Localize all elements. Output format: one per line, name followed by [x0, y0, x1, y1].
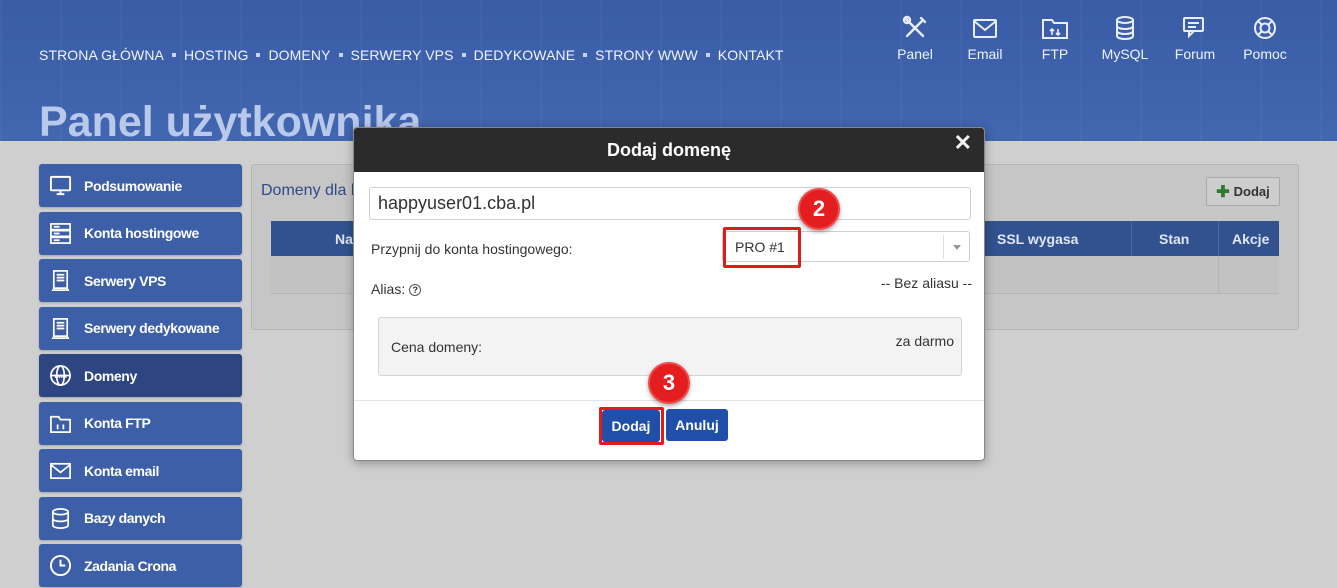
sidebar-item-dedicated[interactable]: Serwery dedykowane [39, 306, 242, 350]
column-ssl: SSL wygasa [997, 231, 1079, 247]
chat-icon [1183, 17, 1204, 39]
plus-icon: ✚ [1216, 183, 1230, 201]
sidebar-item-hosting-accounts[interactable]: Konta hostingowe [39, 211, 242, 255]
quicklink-label: Email [967, 46, 1003, 62]
step-badge-3: 3 [648, 362, 690, 404]
step-badge-2: 2 [798, 188, 840, 230]
alias-label: Alias: [371, 281, 406, 297]
quicklink-forum[interactable]: Forum [1160, 14, 1230, 62]
sidebar-item-label: Konta FTP [84, 415, 151, 431]
sidebar-item-label: Podsumowanie [84, 177, 182, 194]
modal-title: Dodaj domenę [606, 139, 731, 160]
nav-home[interactable]: STRONA GŁÓWNA [39, 47, 164, 63]
sidebar-item-email[interactable]: Konta email [39, 449, 242, 492]
nav-separator [171, 53, 176, 57]
monitor-icon [48, 174, 72, 198]
email-icon [973, 19, 997, 38]
nav-hosting[interactable]: HOSTING [184, 47, 248, 63]
ftp-folder-icon [48, 411, 72, 435]
highlight-frame [723, 227, 801, 268]
top-navigation: STRONA GŁÓWNA HOSTING DOMENY SERWERY VPS… [39, 47, 784, 63]
quicklink-ftp[interactable]: FTP [1020, 14, 1090, 62]
add-domain-label: Dodaj [1233, 184, 1270, 199]
quicklink-label: Pomoc [1243, 46, 1287, 62]
column-divider [1131, 221, 1132, 256]
svg-text:www: www [53, 374, 67, 380]
dedicated-server-icon [48, 316, 72, 340]
confirm-add-button[interactable]: Dodaj [602, 410, 660, 442]
chevron-down-icon [943, 235, 969, 259]
database-icon [1116, 16, 1134, 41]
server-icon [48, 221, 72, 245]
sidebar-item-label: Bazy danych [84, 510, 166, 526]
close-icon[interactable]: ✕ [954, 130, 972, 156]
tools-icon [902, 15, 927, 38]
cancel-button[interactable]: Anuluj [666, 409, 728, 441]
add-domain-button[interactable]: ✚ Dodaj [1206, 177, 1280, 206]
nav-separator [461, 53, 466, 57]
quicklink-email[interactable]: Email [950, 14, 1020, 62]
sidebar-item-cron[interactable]: Zadania Crona [39, 544, 242, 587]
sidebar-item-label: Serwery dedykowane [84, 320, 220, 336]
nav-dedicated[interactable]: DEDYKOWANE [474, 47, 576, 63]
quicklink-label: Panel [897, 46, 933, 62]
quicklink-label: Forum [1174, 46, 1216, 62]
quicklink-mysql[interactable]: MySQL [1090, 14, 1160, 62]
nav-domains[interactable]: DOMENY [268, 47, 330, 63]
sidebar-item-databases[interactable]: Bazy danych [39, 496, 242, 540]
alias-label-wrap: Alias:? [371, 281, 422, 297]
column-divider [1218, 221, 1219, 256]
sidebar-item-label: Konta hostingowe [84, 225, 199, 241]
quicklink-label: MySQL [1101, 46, 1149, 62]
sidebar-item-vps[interactable]: Serwery VPS [39, 259, 242, 302]
sidebar-item-label: Konta email [84, 462, 159, 479]
modal-header: Dodaj domenę ✕ [354, 128, 984, 172]
nav-separator [338, 53, 343, 57]
quicklink-label: FTP [1041, 46, 1069, 62]
sidebar-item-ftp[interactable]: Konta FTP [39, 401, 242, 445]
database-icon [48, 506, 72, 530]
sidebar-item-label: Domeny [84, 367, 137, 384]
assign-account-label: Przypnij do konta hostingowego: [371, 241, 573, 257]
vps-icon [48, 269, 72, 293]
nav-separator [705, 53, 710, 57]
price-value: za darmo [895, 333, 954, 349]
ftp-folder-icon [1042, 19, 1068, 39]
column-state: Stan [1159, 231, 1190, 247]
nav-separator [583, 53, 588, 57]
add-domain-modal: Dodaj domenę ✕ Przypnij do konta hosting… [353, 127, 985, 461]
sidebar-item-label: Zadania Crona [84, 557, 177, 574]
site-header: STRONA GŁÓWNA HOSTING DOMENY SERWERY VPS… [0, 0, 1337, 141]
lifebuoy-icon [1254, 17, 1276, 39]
email-icon [48, 459, 72, 483]
sidebar-item-summary[interactable]: Podsumowanie [39, 164, 242, 207]
domain-name-input[interactable] [369, 187, 971, 220]
sidebar: Podsumowanie Konta hostingowe Serwery VP… [39, 164, 242, 588]
column-divider [1218, 256, 1219, 294]
help-icon[interactable]: ? [409, 284, 422, 297]
alias-select[interactable]: -- Bez aliasu -- [881, 275, 972, 291]
column-name: Na [335, 231, 353, 247]
nav-separator [256, 53, 261, 57]
price-label: Cena domeny: [391, 339, 483, 355]
nav-websites[interactable]: STRONY WWW [595, 47, 698, 63]
clock-icon [48, 554, 72, 578]
nav-contact[interactable]: KONTAKT [718, 47, 784, 63]
sidebar-item-domains[interactable]: www Domeny [39, 354, 242, 397]
quicklink-help[interactable]: Pomoc [1230, 14, 1300, 62]
globe-www-icon: www [48, 364, 72, 388]
column-actions: Akcje [1232, 231, 1270, 247]
quicklink-panel[interactable]: Panel [880, 14, 950, 62]
sidebar-item-label: Serwery VPS [84, 272, 166, 289]
panel-title: Domeny dla k [261, 182, 359, 199]
nav-vps[interactable]: SERWERY VPS [351, 47, 454, 63]
